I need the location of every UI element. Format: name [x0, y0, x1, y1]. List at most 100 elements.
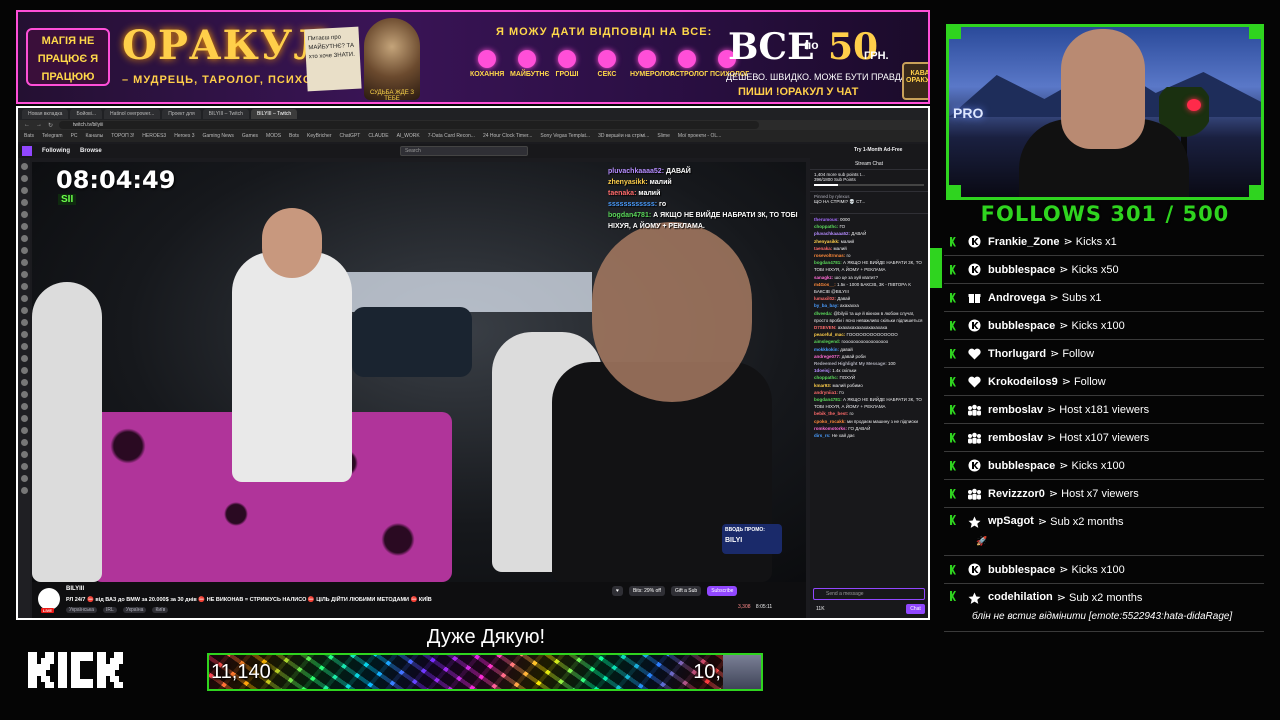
followed-channel-avatar[interactable]: [20, 427, 28, 434]
bookmark-item[interactable]: PC: [71, 133, 78, 139]
following-link[interactable]: Following: [42, 148, 70, 154]
followed-channel-avatar[interactable]: [20, 331, 28, 338]
bits-button[interactable]: Bits: 29% off: [628, 586, 665, 596]
followed-channel-avatar[interactable]: [20, 223, 28, 230]
chat-username[interactable]: romkomotorks:: [814, 426, 848, 431]
followed-channel-avatar[interactable]: [20, 463, 28, 470]
followed-channel-avatar[interactable]: [20, 211, 28, 218]
chat-username[interactable]: andrege077:: [814, 354, 842, 359]
chat-username[interactable]: aimslegend:: [814, 339, 842, 344]
followed-channel-avatar[interactable]: [20, 175, 28, 182]
bookmark-item[interactable]: KeyBricher: [307, 133, 331, 139]
twitch-logo-icon[interactable]: [22, 146, 32, 156]
bookmark-item[interactable]: MODS: [266, 133, 281, 139]
follow-heart-button[interactable]: ♥: [612, 586, 623, 596]
chat-username[interactable]: mokkkokin:: [814, 347, 840, 352]
twitch-search-input[interactable]: Search: [400, 146, 528, 156]
followed-channel-avatar[interactable]: [20, 187, 28, 194]
followed-channel-avatar[interactable]: [20, 271, 28, 278]
chat-username[interactable]: lumaxil02:: [814, 296, 837, 301]
followed-channel-avatar[interactable]: [20, 451, 28, 458]
chat-username[interactable]: rosevoltrnnas:: [814, 253, 847, 258]
browser-tab[interactable]: BILYIII – Twitch: [202, 109, 249, 119]
chat-username[interactable]: dlveeda:: [814, 311, 834, 316]
ad-free-button[interactable]: Try 1-Month Ad-Free: [854, 147, 902, 153]
followed-channel-avatar[interactable]: [20, 475, 28, 482]
reload-icon[interactable]: ↻: [48, 122, 53, 129]
followed-channel-avatar[interactable]: [20, 235, 28, 242]
stream-tag[interactable]: Україна: [122, 607, 147, 613]
bookmark-item[interactable]: Slime: [657, 133, 670, 139]
followed-channel-avatar[interactable]: [20, 367, 28, 374]
followed-channel-avatar[interactable]: [20, 487, 28, 494]
browser-tab[interactable]: Проект для: [162, 109, 201, 119]
bookmark-item[interactable]: ТОРОП 3!: [111, 133, 134, 139]
stream-video[interactable]: 08:04:49 SII pluvachkaaaa52: ДАВАЙ zhenya…: [32, 162, 806, 582]
browser-tab[interactable]: Новая вкладка: [22, 109, 69, 119]
followed-channel-avatar[interactable]: [20, 259, 28, 266]
chat-username[interactable]: m4Gos__:: [814, 282, 837, 287]
followed-channel-avatar[interactable]: [20, 415, 28, 422]
followed-channel-avatar[interactable]: [20, 319, 28, 326]
chat-username[interactable]: sanagkz:: [814, 275, 835, 280]
chat-username[interactable]: andryniia1:: [814, 390, 839, 395]
chat-username[interactable]: Redeemed Highlight My Message:: [814, 361, 888, 366]
gift-sub-button[interactable]: Gift a Sub: [670, 586, 702, 596]
followed-channel-avatar[interactable]: [20, 403, 28, 410]
followed-channel-avatar[interactable]: [20, 163, 28, 170]
followed-channel-avatar[interactable]: [20, 307, 28, 314]
chat-username[interactable]: bogdan4781:: [814, 260, 843, 265]
browser-tab[interactable]: Hatinol overpower...: [104, 109, 161, 119]
chat-username[interactable]: bebik_the_best:: [814, 411, 850, 416]
bookmark-item[interactable]: Sony Vegas Templat...: [540, 133, 590, 139]
bookmark-item[interactable]: Bots: [289, 133, 299, 139]
bookmark-item[interactable]: 7-Data Card Recon...: [428, 133, 475, 139]
followed-channel-avatar[interactable]: [20, 295, 28, 302]
chat-username[interactable]: bogdan4781:: [814, 397, 843, 402]
chat-username[interactable]: by_ba_bay:: [814, 303, 840, 308]
followed-channel-avatar[interactable]: [20, 343, 28, 350]
stream-tag[interactable]: IRL: [103, 607, 117, 613]
bookmark-item[interactable]: Мої проекти - OL...: [678, 133, 721, 139]
followed-channel-avatar[interactable]: [20, 355, 28, 362]
browser-tab[interactable]: Бойові...: [70, 109, 103, 119]
chat-username[interactable]: zhenyasikk:: [814, 239, 841, 244]
browser-tab[interactable]: BILYIII – Twitch: [250, 109, 298, 119]
followed-channel-avatar[interactable]: [20, 439, 28, 446]
bookmark-item[interactable]: Heroes 3: [174, 133, 194, 139]
followed-channel-avatar[interactable]: [20, 379, 28, 386]
bookmark-item[interactable]: Gaming News: [203, 133, 234, 139]
forward-icon[interactable]: →: [36, 122, 42, 128]
bookmark-item[interactable]: Каналы: [86, 133, 104, 139]
chat-username[interactable]: cpoko_rocakk:: [814, 419, 847, 424]
bookmark-item[interactable]: HEROES3: [142, 133, 166, 139]
address-field[interactable]: twitch.tv/bilyiii: [59, 121, 760, 129]
bookmark-item[interactable]: Games: [242, 133, 258, 139]
chat-send-button[interactable]: Chat: [906, 604, 925, 614]
back-icon[interactable]: ←: [24, 122, 30, 128]
bookmark-item[interactable]: Telegram: [42, 133, 63, 139]
chat-username[interactable]: dirs_rs:: [814, 433, 832, 438]
channel-points[interactable]: 11K: [816, 606, 825, 612]
chat-input[interactable]: Send a message: [813, 588, 925, 600]
followed-channel-avatar[interactable]: [20, 199, 28, 206]
bookmark-item[interactable]: Bats: [24, 133, 34, 139]
stream-tag[interactable]: Українська: [66, 607, 98, 613]
chat-username[interactable]: choppathc:: [814, 375, 840, 380]
browse-link[interactable]: Browse: [80, 148, 102, 154]
chat-username[interactable]: peaceful_mac:: [814, 332, 847, 337]
subscribe-button[interactable]: Subscribe: [707, 586, 738, 596]
bookmark-item[interactable]: ChatGPT: [340, 133, 361, 139]
channel-name[interactable]: BILYIII: [66, 586, 84, 592]
bookmark-item[interactable]: CLAUDE: [368, 133, 388, 139]
chat-username[interactable]: taenaka:: [814, 246, 834, 251]
bookmark-item[interactable]: 24 Hour Clock Timer...: [483, 133, 532, 139]
channel-avatar[interactable]: [38, 588, 60, 610]
chat-username[interactable]: 1doeisj:: [814, 368, 832, 373]
chat-username[interactable]: kmar93:: [814, 383, 833, 388]
chat-username[interactable]: D7SEVEN:: [814, 325, 838, 330]
bookmark-item[interactable]: 3D вершёи на стрімі...: [598, 133, 649, 139]
stream-tag[interactable]: Київ: [152, 607, 169, 613]
followed-channel-avatar[interactable]: [20, 283, 28, 290]
followed-channel-avatar[interactable]: [20, 391, 28, 398]
